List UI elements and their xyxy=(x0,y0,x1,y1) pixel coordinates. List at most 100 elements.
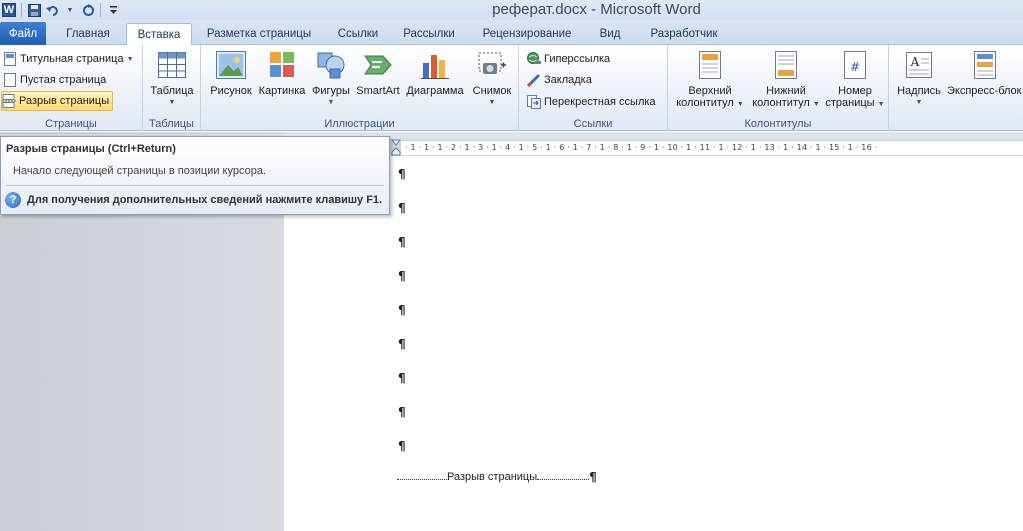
quick-parts-label: Экспресс-блок xyxy=(947,85,1022,97)
page-number-button[interactable]: # Номер страницы ▼ xyxy=(822,49,888,111)
paragraph-mark: ¶ xyxy=(398,269,406,283)
ribbon-tabs: Файл Главная Вставка Разметка страницы С… xyxy=(0,20,1023,46)
cross-reference-button[interactable]: Перекрестная ссылка xyxy=(527,92,656,112)
document-page[interactable]: ¶ ¶ ¶ ¶ ¶ ¶ ¶ ¶ ¶ Разрыв страницы ¶ xyxy=(284,156,1023,531)
picture-button[interactable]: Рисунок xyxy=(207,49,255,97)
tab-developer[interactable]: Разработчик xyxy=(640,23,728,45)
chart-button[interactable]: Диаграмма xyxy=(403,49,467,97)
group-pages-label: Страницы xyxy=(45,118,97,130)
cross-reference-label: Перекрестная ссылка xyxy=(544,96,656,108)
horizontal-ruler[interactable]: · 1 · 1 · 1 · 2 · 1 · 3 · 1 · 4 · 1 · 5 … xyxy=(391,140,1023,156)
hyperlink-button[interactable]: Гиперссылка xyxy=(527,49,610,69)
ribbon-insert: Титульная страница ▼ Пустая страница Раз… xyxy=(0,45,1023,131)
screenshot-icon xyxy=(476,49,508,81)
chevron-down-icon: ▼ xyxy=(812,101,820,108)
bookmark-button[interactable]: Закладка xyxy=(527,70,592,90)
shapes-button[interactable]: Фигуры ▼ xyxy=(309,49,353,109)
page-break-label: Разрыв страницы xyxy=(19,95,110,107)
picture-label: Рисунок xyxy=(210,85,252,97)
tooltip-help: ? Для получения дополнительных сведений … xyxy=(5,192,382,208)
group-header-footer-label: Колонтитулы xyxy=(744,118,812,130)
clipart-label: Картинка xyxy=(258,85,306,97)
chart-label: Диаграмма xyxy=(406,85,464,97)
svg-text:#: # xyxy=(850,60,860,74)
tooltip-help-text: Для получения дополнительных сведений на… xyxy=(27,194,383,206)
shapes-icon xyxy=(315,49,347,81)
footer-label-line1: Нижний xyxy=(766,85,806,97)
tab-page-layout[interactable]: Разметка страницы xyxy=(200,23,318,45)
paragraph-mark: ¶ xyxy=(398,201,406,215)
quick-parts-button[interactable]: Экспресс-блок xyxy=(947,49,1023,97)
table-icon xyxy=(156,49,188,81)
cross-reference-icon xyxy=(527,95,541,109)
group-illustrations-label: Иллюстрации xyxy=(324,118,395,130)
paragraph-mark: ¶ xyxy=(589,470,597,484)
bookmark-icon xyxy=(527,73,541,87)
cover-page-icon xyxy=(3,52,17,66)
page-break-marker: Разрыв страницы ¶ xyxy=(397,470,597,484)
group-links-label: Ссылки xyxy=(573,118,613,130)
hyperlink-label: Гиперссылка xyxy=(544,53,611,65)
group-tables: Таблица ▼ Таблицы xyxy=(143,45,201,131)
tooltip-description: Начало следующей страницы в позиции курс… xyxy=(13,165,266,177)
group-header-footer: Верхний колонтитул ▼ Нижний колонтитул ▼… xyxy=(668,45,889,131)
tooltip-divider xyxy=(6,185,384,186)
chart-icon xyxy=(419,49,451,81)
blank-page-icon xyxy=(3,73,17,87)
window-title: реферат.docx - Microsoft Word xyxy=(492,1,701,18)
page-number-icon: # xyxy=(839,49,871,81)
tab-review[interactable]: Рецензирование xyxy=(474,23,580,45)
table-button[interactable]: Таблица ▼ xyxy=(148,49,196,109)
header-label-line2: колонтитул xyxy=(676,97,734,109)
tab-insert[interactable]: Вставка xyxy=(126,23,192,46)
blank-page-button[interactable]: Пустая страница xyxy=(3,70,106,90)
tab-references[interactable]: Ссылки xyxy=(330,23,386,45)
paragraph-mark: ¶ xyxy=(398,439,406,453)
page-number-label-line1: Номер xyxy=(838,85,872,97)
tab-home[interactable]: Главная xyxy=(58,23,118,45)
indent-marker-icon[interactable] xyxy=(390,139,402,156)
cover-page-button[interactable]: Титульная страница ▼ xyxy=(3,49,134,69)
picture-icon xyxy=(215,49,247,81)
page-break-dots xyxy=(397,474,447,480)
group-links: Гиперссылка Закладка Перекрестная ссылка… xyxy=(519,45,668,131)
paragraph-mark: ¶ xyxy=(398,235,406,249)
smartart-icon xyxy=(362,49,394,81)
tab-view[interactable]: Вид xyxy=(590,23,630,45)
screenshot-button[interactable]: Снимок ▼ xyxy=(469,49,515,109)
group-tables-label: Таблицы xyxy=(149,118,194,130)
footer-label-line2: колонтитул xyxy=(752,97,810,109)
tooltip-title: Разрыв страницы (Ctrl+Return) xyxy=(6,143,176,155)
chevron-down-icon: ▼ xyxy=(488,99,496,106)
header-button[interactable]: Верхний колонтитул ▼ xyxy=(672,49,748,111)
textbox-icon: A xyxy=(903,49,935,81)
help-icon: ? xyxy=(5,192,21,208)
chevron-down-icon: ▼ xyxy=(915,99,923,106)
header-icon xyxy=(694,49,726,81)
paragraph-mark: ¶ xyxy=(398,167,406,181)
group-illustrations: Рисунок Картинка Фигуры ▼ SmartArt Диагр… xyxy=(201,45,519,131)
header-label-line1: Верхний xyxy=(688,85,732,97)
clipart-button[interactable]: Картинка xyxy=(257,49,307,97)
group-text: A Надпись ▼ Экспресс-блок xyxy=(889,45,1023,131)
tab-file[interactable]: Файл xyxy=(0,22,46,45)
footer-button[interactable]: Нижний колонтитул ▼ xyxy=(748,49,824,111)
chevron-down-icon: ▼ xyxy=(126,55,134,63)
page-break-text: Разрыв страницы xyxy=(447,471,538,483)
tab-mailings[interactable]: Рассылки xyxy=(396,23,462,45)
paragraph-mark: ¶ xyxy=(398,371,406,385)
page-break-button[interactable]: Разрыв страницы xyxy=(1,91,114,111)
hyperlink-icon xyxy=(527,52,541,66)
page-break-dots xyxy=(537,474,590,480)
textbox-button[interactable]: A Надпись ▼ xyxy=(895,49,943,109)
paragraph-mark: ¶ xyxy=(398,405,406,419)
page-break-tooltip: Разрыв страницы (Ctrl+Return) Начало сле… xyxy=(0,136,390,215)
paragraph-mark: ¶ xyxy=(398,303,406,317)
ruler-ticks: · 1 · 1 · 1 · 2 · 1 · 3 · 1 · 4 · 1 · 5 … xyxy=(405,143,878,152)
paragraph-mark: ¶ xyxy=(398,337,406,351)
chevron-down-icon: ▼ xyxy=(736,101,744,108)
page-break-icon xyxy=(2,94,16,108)
smartart-button[interactable]: SmartArt xyxy=(353,49,403,97)
bookmark-label: Закладка xyxy=(544,74,592,86)
title-bar: W ▼ реферат.docx - Microsoft Word xyxy=(0,0,1023,20)
